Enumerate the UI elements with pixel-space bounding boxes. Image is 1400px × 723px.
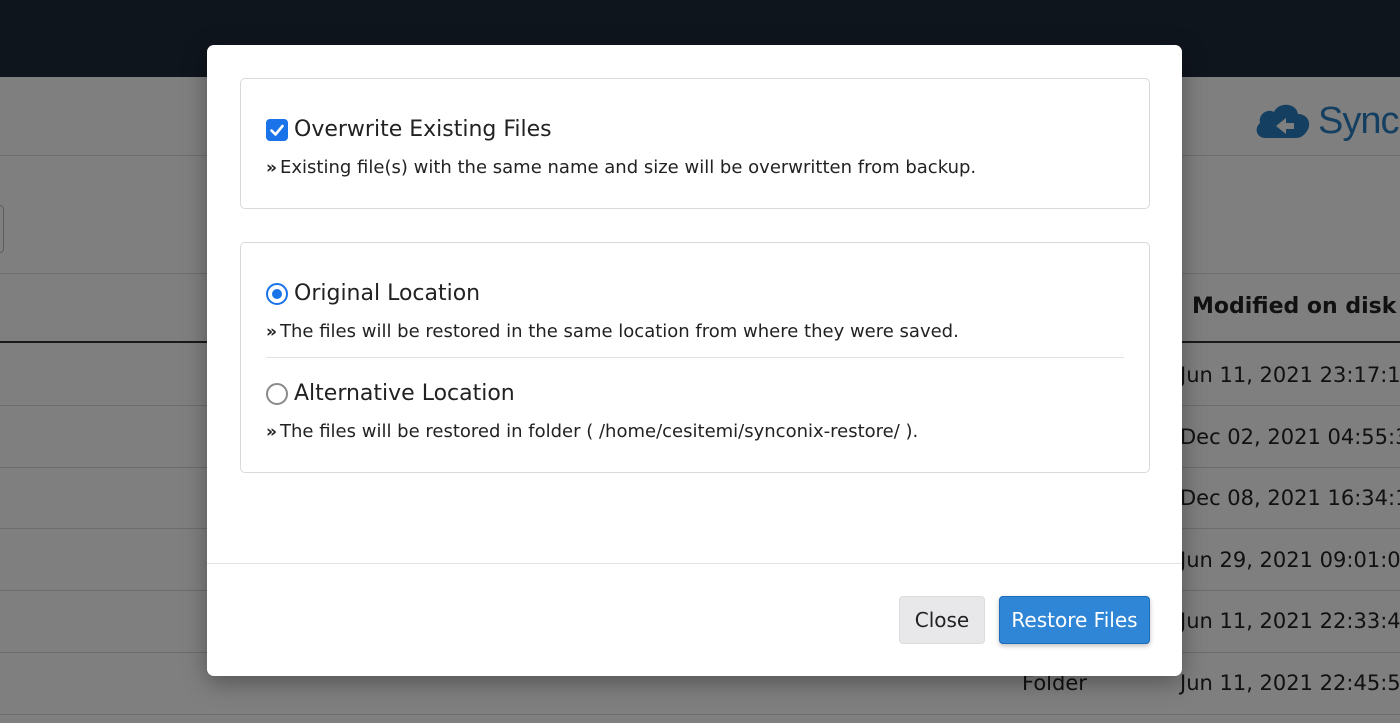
- double-chevron-right-icon: ››: [266, 157, 277, 178]
- radio-dot-icon: [272, 288, 282, 299]
- overwrite-panel: Overwrite Existing Files ›› Existing fil…: [240, 78, 1150, 209]
- overwrite-option[interactable]: Overwrite Existing Files: [266, 117, 552, 142]
- option-divider: [266, 357, 1124, 358]
- original-location-label[interactable]: Original Location: [294, 281, 480, 306]
- overwrite-label[interactable]: Overwrite Existing Files: [294, 117, 552, 142]
- original-location-description-text: The files will be restored in the same l…: [280, 321, 959, 342]
- alternative-location-option[interactable]: Alternative Location: [266, 381, 515, 406]
- restore-options-modal: Overwrite Existing Files ›› Existing fil…: [207, 45, 1182, 676]
- original-location-option[interactable]: Original Location: [266, 281, 480, 306]
- restore-files-button[interactable]: Restore Files: [999, 596, 1150, 644]
- location-panel: Original Location ›› The files will be r…: [240, 242, 1150, 473]
- overwrite-description-text: Existing file(s) with the same name and …: [280, 157, 977, 178]
- double-chevron-right-icon: ››: [266, 421, 277, 442]
- overwrite-description: ›› Existing file(s) with the same name a…: [266, 157, 976, 178]
- original-location-description: ›› The files will be restored in the sam…: [266, 321, 959, 342]
- original-location-radio[interactable]: [266, 282, 288, 305]
- double-chevron-right-icon: ››: [266, 321, 277, 342]
- overwrite-checkbox[interactable]: [266, 118, 288, 141]
- close-button[interactable]: Close: [899, 596, 985, 644]
- alternative-location-description: ›› The files will be restored in folder …: [266, 421, 918, 442]
- alternative-location-radio[interactable]: [266, 382, 288, 405]
- alternative-location-description-text: The files will be restored in folder ( /…: [280, 421, 919, 442]
- alternative-location-label[interactable]: Alternative Location: [294, 381, 515, 406]
- checkmark-icon: [270, 124, 284, 136]
- modal-footer-divider: [207, 563, 1182, 564]
